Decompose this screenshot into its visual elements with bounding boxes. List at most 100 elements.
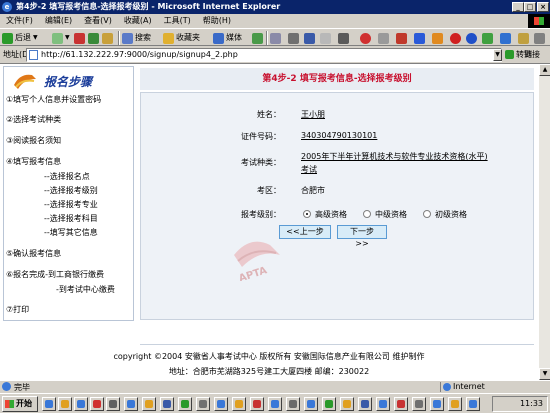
search-icon: [122, 32, 133, 44]
links-button[interactable]: 链接: [524, 49, 540, 60]
area-label: 考区：: [257, 186, 281, 195]
messenger-button[interactable]: [338, 31, 349, 45]
addon-button-8[interactable]: [482, 31, 493, 45]
clock: 11:33: [519, 399, 543, 408]
menu-bar: 文件(F) 编辑(E) 查看(V) 收藏(A) 工具(T) 帮助(H): [0, 14, 550, 28]
substep-select-level[interactable]: --选择报考级别: [44, 185, 98, 196]
addon-button-2[interactable]: [378, 31, 389, 45]
step-item-2[interactable]: ②选择考试种类: [6, 114, 61, 125]
addon-button-5[interactable]: [432, 31, 443, 45]
edit-button[interactable]: [304, 31, 315, 45]
taskbar-app-15[interactable]: [286, 397, 300, 411]
addon-button-9[interactable]: [500, 31, 511, 45]
taskbar-app-19[interactable]: [358, 397, 372, 411]
maximize-button[interactable]: □: [524, 2, 536, 12]
vertical-scrollbar[interactable]: ▲ ▼: [538, 64, 550, 380]
close-button[interactable]: ×: [537, 2, 549, 12]
taskbar-app-20[interactable]: [376, 397, 390, 411]
step-item-3[interactable]: ③阅读报名须知: [6, 135, 61, 146]
taskbar-app-16[interactable]: [304, 397, 318, 411]
address-input[interactable]: http://61.132.222.97:9000/signup/signup4…: [26, 48, 502, 62]
mail-button[interactable]: [270, 31, 281, 45]
step-item-5[interactable]: ⑤确认报考信息: [6, 248, 61, 259]
status-bar: 完毕 Internet: [0, 380, 550, 392]
taskbar-app-6[interactable]: [124, 397, 138, 411]
stop-button[interactable]: [74, 31, 85, 45]
next-step-button[interactable]: 下一步>>: [337, 225, 387, 248]
menu-view[interactable]: 查看(V): [78, 14, 118, 28]
step-item-4[interactable]: ④填写报考信息: [6, 156, 61, 167]
step-item-1[interactable]: ①填写个人信息并设置密码: [6, 94, 101, 105]
taskbar-app-8[interactable]: [160, 397, 174, 411]
taskbar-app-9[interactable]: [178, 397, 192, 411]
favorites-button[interactable]: 收藏夹: [163, 31, 200, 45]
footer-address: 地址：合肥市芜湖路325号建工大厦四楼 邮编：230022: [168, 367, 370, 376]
taskbar-app-25[interactable]: [466, 397, 480, 411]
addon-button-4[interactable]: [414, 31, 425, 45]
address-dropdown-button[interactable]: ▼: [493, 49, 502, 61]
home-icon: [102, 32, 113, 44]
substep-select-major[interactable]: --选择报考专业: [44, 199, 98, 210]
taskbar-app-4[interactable]: [90, 397, 104, 411]
history-button[interactable]: [252, 31, 263, 45]
menu-favorites[interactable]: 收藏(A): [118, 14, 158, 28]
taskbar-app-1[interactable]: [42, 397, 56, 411]
substep-other-info[interactable]: --填写其它信息: [44, 227, 98, 238]
refresh-button[interactable]: [88, 31, 99, 45]
footer-copyright: copyright ©2004 安徽省人事考试中心 版权所有 安徽国际信息产业有…: [113, 352, 425, 361]
taskbar-app-23[interactable]: [430, 397, 444, 411]
addon-icon: [500, 32, 511, 44]
form-area: 姓名： 王小朋 证件号码： 340304790130101 考试种类： 2005…: [140, 92, 534, 320]
addon-button-6[interactable]: [450, 31, 461, 45]
history-icon: [252, 32, 263, 44]
substep-select-site[interactable]: --选择报名点: [44, 171, 90, 182]
taskbar-app-14[interactable]: [268, 397, 282, 411]
forward-button[interactable]: ▼: [52, 31, 70, 45]
taskbar-app-2[interactable]: [58, 397, 72, 411]
apta-watermark-logo: APTA: [234, 241, 280, 281]
step-item-6b[interactable]: -到考试中心缴费: [56, 284, 115, 295]
menu-help[interactable]: 帮助(H): [197, 14, 237, 28]
mail-icon: [270, 32, 281, 44]
menu-file[interactable]: 文件(F): [0, 14, 39, 28]
taskbar-app-10[interactable]: [196, 397, 210, 411]
radio-junior[interactable]: [423, 210, 431, 218]
taskbar-app-3[interactable]: [74, 397, 88, 411]
menu-tools[interactable]: 工具(T): [158, 14, 197, 28]
radio-middle[interactable]: [363, 210, 371, 218]
taskbar-app-21[interactable]: [394, 397, 408, 411]
addon-button-3[interactable]: [396, 31, 407, 45]
step-item-7[interactable]: ⑦打印: [6, 304, 29, 315]
level-option-middle[interactable]: 中级资格: [363, 209, 407, 220]
taskbar-app-12[interactable]: [232, 397, 246, 411]
taskbar-app-22[interactable]: [412, 397, 426, 411]
substep-select-subject[interactable]: --选择报考科目: [44, 213, 98, 224]
level-option-junior[interactable]: 初级资格: [423, 209, 467, 220]
discuss-button[interactable]: [320, 31, 331, 45]
taskbar-app-7[interactable]: [142, 397, 156, 411]
home-button[interactable]: [102, 31, 113, 45]
page-icon: [29, 50, 38, 60]
taskbar-app-18[interactable]: [340, 397, 354, 411]
taskbar-app-5[interactable]: [106, 397, 120, 411]
minimize-button[interactable]: _: [512, 2, 524, 12]
media-button[interactable]: 媒体: [213, 31, 242, 45]
menu-edit[interactable]: 编辑(E): [39, 14, 78, 28]
level-option-senior[interactable]: 高级资格: [303, 209, 347, 220]
print-button[interactable]: [288, 31, 299, 45]
back-button[interactable]: 后退 ▼: [2, 31, 38, 45]
addon-button-11[interactable]: [534, 31, 545, 45]
addon-button-10[interactable]: [518, 31, 529, 45]
taskbar-app-24[interactable]: [448, 397, 462, 411]
taskbar-app-13[interactable]: [250, 397, 264, 411]
scroll-down-button[interactable]: ▼: [539, 368, 550, 380]
start-button[interactable]: 开始: [2, 396, 38, 412]
radio-senior[interactable]: [303, 210, 311, 218]
addon-button-7[interactable]: [466, 31, 477, 45]
step-item-6[interactable]: ⑥报名完成-到工商银行缴费: [6, 269, 104, 280]
addon-button-1[interactable]: [360, 31, 371, 45]
search-button[interactable]: 搜索: [122, 31, 151, 45]
taskbar-app-11[interactable]: [214, 397, 228, 411]
taskbar-app-17[interactable]: [322, 397, 336, 411]
scroll-up-button[interactable]: ▲: [539, 64, 550, 76]
